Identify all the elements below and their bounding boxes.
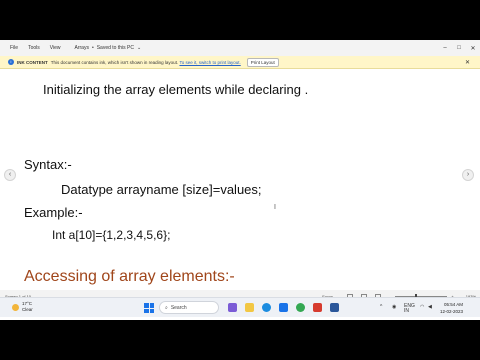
menu-file[interactable]: File bbox=[10, 45, 18, 51]
separator: • bbox=[91, 45, 94, 51]
store-icon[interactable] bbox=[279, 303, 288, 312]
document-name: Arrays bbox=[74, 45, 89, 51]
info-bar-close-icon[interactable]: ✕ bbox=[465, 59, 470, 66]
info-icon: i bbox=[8, 59, 14, 65]
taskbar-search[interactable]: ⌕ Search bbox=[159, 301, 219, 314]
volume-icon[interactable]: ◀ bbox=[428, 304, 432, 310]
weather-sun-icon bbox=[12, 303, 19, 311]
print-layout-button[interactable]: Print Layout bbox=[246, 57, 279, 67]
syntax-line: Datatype arrayname [size]=values; bbox=[61, 182, 262, 197]
tray-chevron-icon[interactable]: ^ bbox=[380, 304, 382, 310]
info-bar-link[interactable]: To see it, switch to print layout. bbox=[179, 60, 240, 65]
menu-bar: File Tools View Arrays • Saved to this P… bbox=[0, 40, 480, 56]
weather-widget[interactable]: 17°C Clear bbox=[12, 301, 33, 313]
clock-time: 05:54 AM bbox=[444, 302, 464, 307]
taskbar: 17°C Clear ⌕ Search ^ ◉ ENG IN ◠ ◀ 05:54… bbox=[0, 297, 480, 317]
menu-view[interactable]: View bbox=[50, 45, 61, 51]
info-bar-label: INK CONTENT bbox=[17, 59, 48, 65]
syntax-label: Syntax:- bbox=[24, 157, 72, 172]
info-bar: i INK CONTENT This document contains ink… bbox=[0, 56, 480, 69]
previous-screen-button[interactable]: ‹ bbox=[4, 169, 16, 181]
next-screen-button[interactable]: › bbox=[462, 169, 474, 181]
info-bar-message: This document contains ink, which isn't … bbox=[50, 59, 179, 65]
file-explorer-icon[interactable] bbox=[245, 303, 254, 312]
start-button-icon[interactable] bbox=[144, 303, 154, 313]
language-indicator[interactable]: ENG IN bbox=[404, 304, 415, 314]
text-cursor-icon: I bbox=[274, 204, 276, 211]
section-heading: Accessing of array elements:- bbox=[24, 268, 235, 285]
screen-frame: File Tools View Arrays • Saved to this P… bbox=[0, 0, 480, 360]
close-icon[interactable]: ✕ bbox=[466, 45, 480, 52]
wifi-icon[interactable]: ◠ bbox=[420, 304, 424, 310]
example-label: Example:- bbox=[24, 205, 83, 220]
document-title[interactable]: Arrays • Saved to this PC ⌄ bbox=[75, 45, 142, 51]
chrome-icon[interactable] bbox=[296, 303, 305, 312]
word-icon[interactable] bbox=[330, 303, 339, 312]
search-placeholder: Search bbox=[170, 304, 187, 311]
search-icon: ⌕ bbox=[165, 304, 168, 311]
minimize-icon[interactable]: – bbox=[438, 45, 452, 51]
tray-app-icon[interactable]: ◉ bbox=[392, 304, 396, 310]
clock-date: 12-02-2023 bbox=[440, 309, 464, 314]
taskbar-clock[interactable]: 05:54 AM 12-02-2023 bbox=[440, 301, 463, 315]
example-line: Int a[10]={1,2,3,4,5,6}; bbox=[52, 228, 171, 242]
app-icon-1[interactable] bbox=[228, 303, 237, 312]
maximize-icon[interactable]: □ bbox=[452, 45, 466, 51]
save-status: Saved to this PC bbox=[96, 45, 134, 51]
region-code: IN bbox=[404, 308, 409, 314]
weather-desc: Clear bbox=[22, 307, 33, 312]
paragraph-intro: Initializing the array elements while de… bbox=[43, 82, 309, 97]
word-window: File Tools View Arrays • Saved to this P… bbox=[0, 40, 480, 320]
app-icon-2[interactable] bbox=[313, 303, 322, 312]
document-page[interactable]: Initializing the array elements while de… bbox=[0, 69, 480, 303]
menu-tools[interactable]: Tools bbox=[28, 45, 40, 51]
chevron-down-icon: ⌄ bbox=[136, 45, 142, 51]
edge-icon[interactable] bbox=[262, 303, 271, 312]
